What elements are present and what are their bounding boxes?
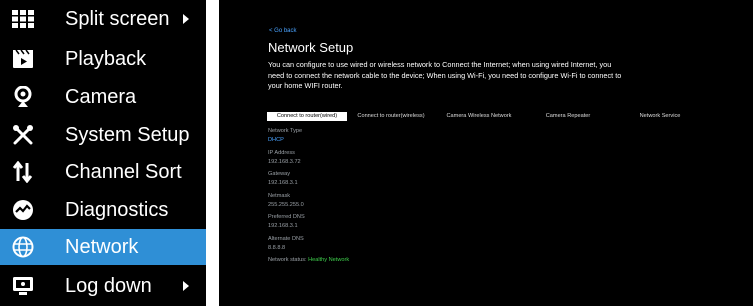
network-tabs: Connect to router(wired) Connect to rout…: [267, 112, 707, 121]
tools-icon: [12, 124, 34, 146]
menu-label-split-screen: Split screen: [65, 7, 170, 30]
ip-address-label: IP Address: [268, 150, 295, 156]
alternate-dns-label: Alternate DNS: [268, 236, 304, 242]
network-type-label: Network Type: [268, 128, 303, 134]
menu-item-playback[interactable]: Playback: [0, 41, 206, 77]
alternate-dns-value: 8.8.8.8: [268, 245, 286, 251]
diagnostics-icon: [12, 199, 34, 221]
tab-router-wired[interactable]: Connect to router(wired): [267, 112, 347, 121]
menu-label-diagnostics: Diagnostics: [65, 198, 169, 221]
preferred-dns-label: Preferred DNS: [268, 214, 305, 220]
globe-icon: [12, 236, 34, 258]
page-description: You can configure to use wired or wirele…: [268, 60, 622, 90]
grid-icon: [12, 8, 34, 30]
menu-label-log-down: Log down: [65, 274, 152, 297]
menu-item-camera[interactable]: Camera: [0, 79, 206, 115]
ip-address-value: 192.168.3.72: [268, 159, 301, 165]
menu-item-channel-sort[interactable]: Channel Sort: [0, 154, 206, 190]
menu-label-channel-sort: Channel Sort: [65, 160, 182, 183]
menu-label-camera: Camera: [65, 85, 137, 108]
tab-camera-wireless-network[interactable]: Camera Wireless Network: [435, 112, 523, 121]
go-back-link[interactable]: < Go back: [269, 28, 297, 34]
preferred-dns-value: 192.168.3.1: [268, 223, 298, 229]
gateway-value: 192.168.3.1: [268, 180, 298, 186]
network-status-label: Network status:: [268, 257, 307, 263]
tab-network-service[interactable]: Network Service: [613, 112, 707, 121]
menu-item-system-setup[interactable]: System Setup: [0, 117, 206, 153]
network-status-value: Healthy Network: [308, 257, 350, 263]
chevron-right-icon: [183, 281, 189, 291]
menu-label-playback: Playback: [65, 47, 147, 70]
clapperboard-icon: [12, 48, 34, 70]
netmask-value: 255.255.255.0: [268, 202, 304, 208]
menu-item-split-screen[interactable]: Split screen: [0, 1, 206, 37]
monitor-icon: [12, 275, 34, 297]
network-type-value[interactable]: DHCP: [268, 137, 284, 143]
camera-icon: [12, 86, 34, 108]
gateway-label: Gateway: [268, 171, 291, 177]
network-setup-panel: < Go back Network Setup You can configur…: [219, 0, 753, 306]
network-status: Network status: Healthy Network: [268, 257, 349, 263]
sort-icon: [12, 161, 34, 183]
chevron-right-icon: [183, 14, 189, 24]
menu-label-system-setup: System Setup: [65, 123, 190, 146]
tab-camera-repeater[interactable]: Camera Repeater: [523, 112, 613, 121]
menu-item-network[interactable]: Network: [0, 229, 206, 265]
menu-item-diagnostics[interactable]: Diagnostics: [0, 192, 206, 228]
netmask-label: Netmask: [268, 193, 291, 199]
menu-item-log-down[interactable]: Log down: [0, 268, 206, 304]
page-title: Network Setup: [268, 40, 354, 55]
menu-label-network: Network: [65, 235, 139, 258]
tab-router-wireless[interactable]: Connect to router(wireless): [347, 112, 435, 121]
main-menu: Split screen Playback Camera System Setu…: [0, 0, 206, 306]
